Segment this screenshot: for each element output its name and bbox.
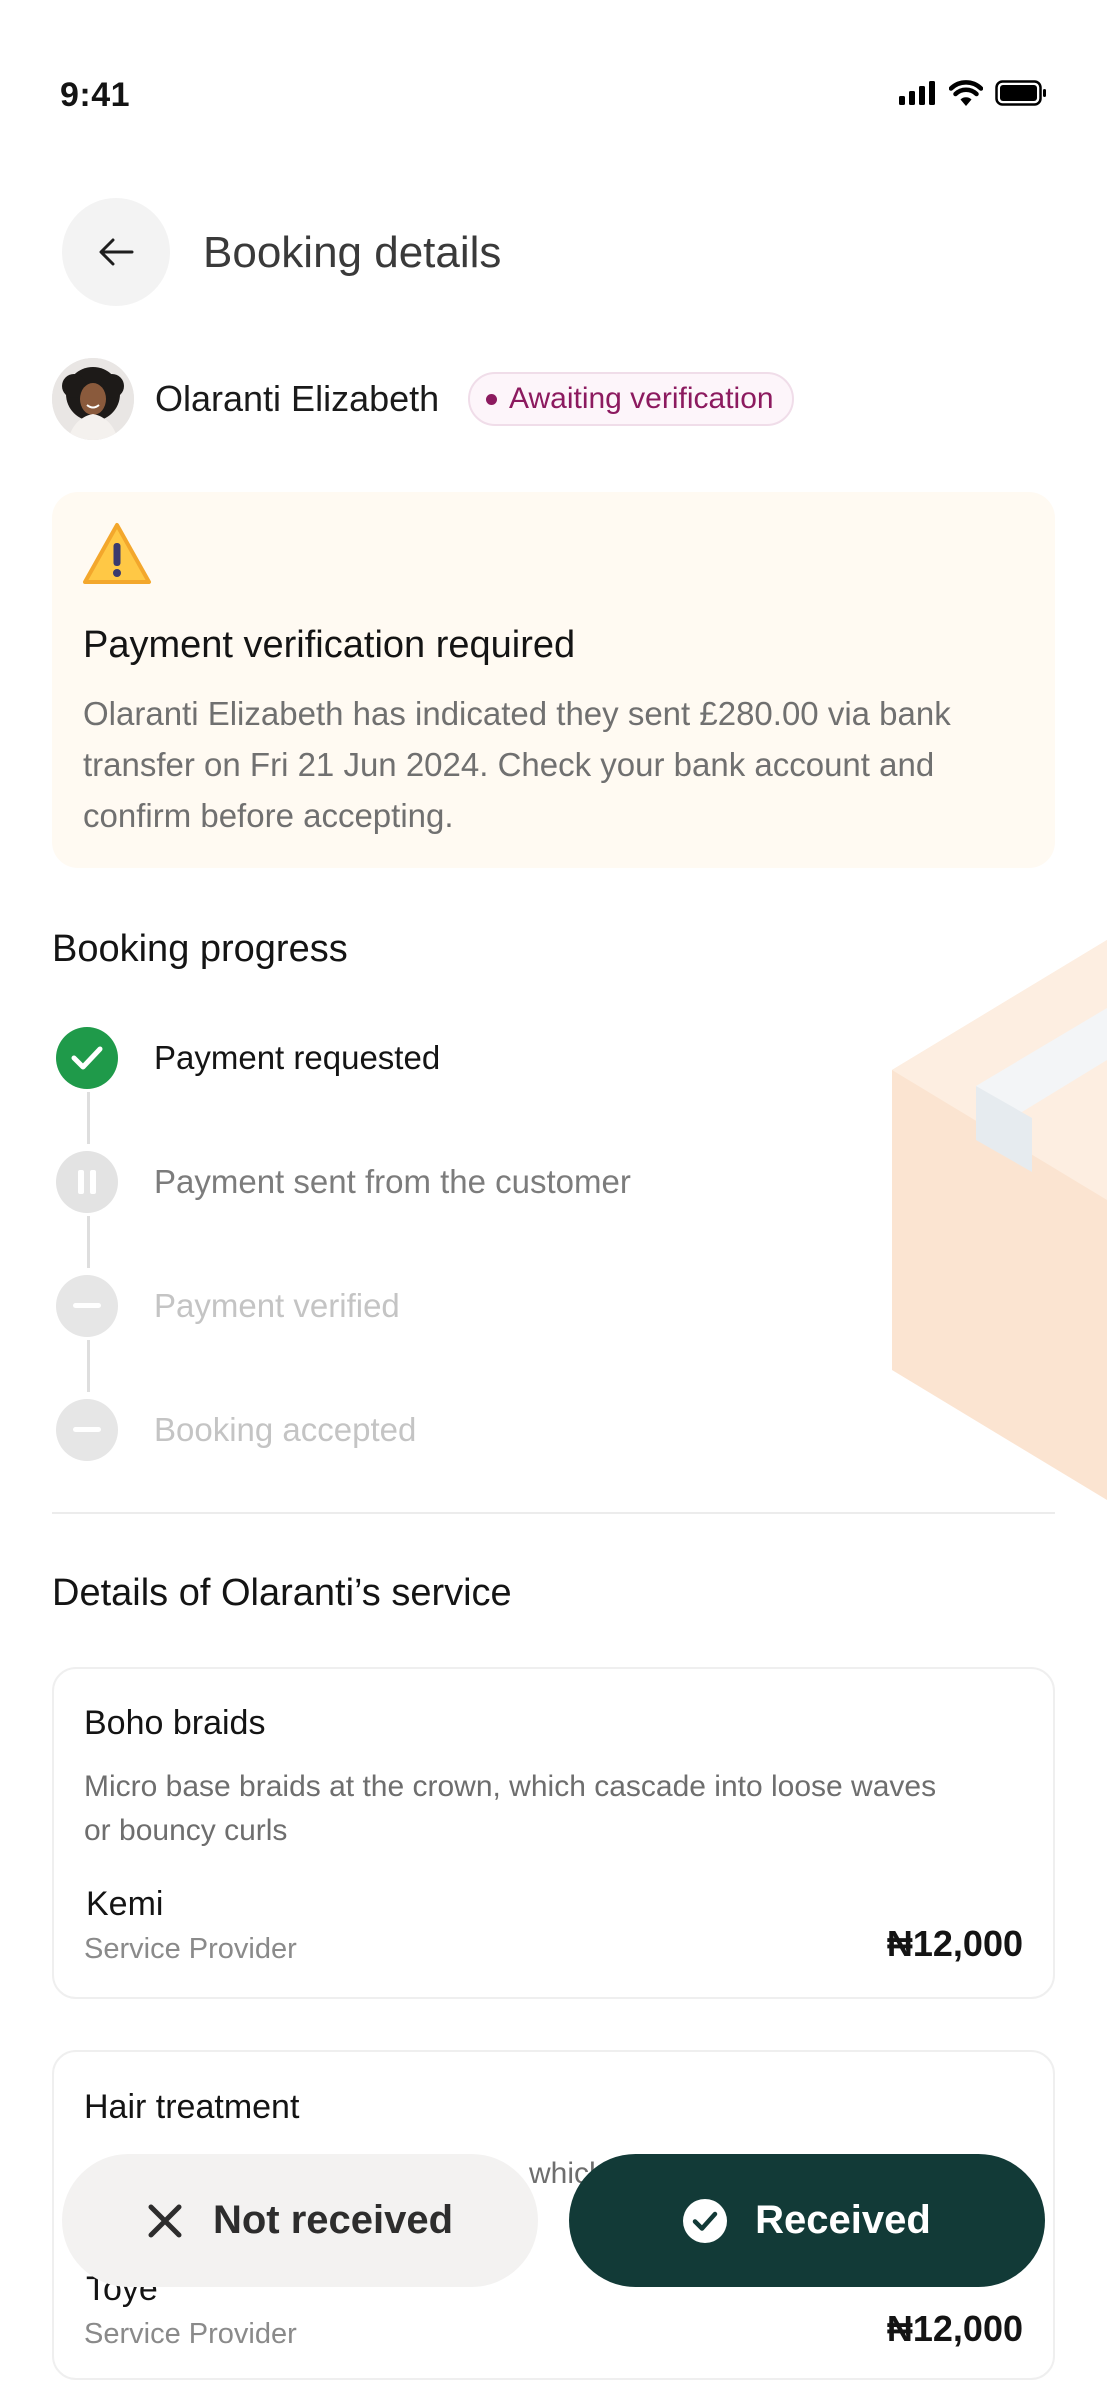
pause-icon	[56, 1151, 118, 1213]
services-title: Details of Olaranti’s service	[52, 1572, 512, 1614]
service-card[interactable]: Boho braids Micro base braids at the cro…	[52, 1667, 1055, 1999]
service-name: Hair treatment	[84, 2088, 300, 2126]
received-label: Received	[755, 2198, 931, 2242]
progress-step: Payment verified	[56, 1273, 400, 1339]
minus-icon	[56, 1275, 118, 1337]
not-received-button[interactable]: Not received	[62, 2154, 538, 2287]
received-button[interactable]: Received	[569, 2154, 1045, 2287]
step-connector	[87, 1340, 90, 1392]
status-badge: Awaiting verification	[468, 372, 794, 426]
box-illustration	[892, 940, 1107, 1500]
progress-step: Payment requested	[56, 1025, 440, 1091]
status-time: 9:41	[60, 76, 131, 114]
close-icon	[148, 2204, 182, 2237]
progress-step: Payment sent from the customer	[56, 1149, 631, 1215]
progress-title: Booking progress	[52, 928, 348, 970]
minus-icon	[56, 1399, 118, 1461]
step-label: Payment sent from the customer	[154, 1163, 631, 1200]
arrow-left-icon	[99, 238, 134, 266]
service-price: ₦12,000	[886, 1923, 1023, 1964]
avatar	[52, 358, 134, 440]
provider-name: Kemi	[86, 1885, 164, 1923]
wifi-icon	[949, 80, 983, 106]
provider-role: Service Provider	[84, 1933, 297, 1965]
divider	[52, 1512, 1055, 1514]
page-title: Booking details	[203, 228, 502, 277]
alert-message: Olaranti Elizabeth has indicated they se…	[83, 695, 951, 834]
alert-title: Payment verification required	[83, 624, 576, 666]
step-label: Payment requested	[154, 1039, 441, 1076]
check-circle-icon	[56, 1027, 118, 1089]
step-label: Payment verified	[154, 1287, 400, 1324]
provider-role: Service Provider	[84, 2318, 297, 2350]
status-icons	[899, 80, 1047, 106]
status-badge-label: Awaiting verification	[509, 382, 774, 415]
not-received-label: Not received	[212, 2198, 454, 2242]
service-name: Boho braids	[84, 1704, 266, 1742]
step-connector	[87, 1216, 90, 1268]
status-bar: 9:41	[0, 0, 1107, 140]
service-description: Micro base braids at the crown, which ca…	[84, 1770, 937, 1847]
battery-icon	[995, 80, 1046, 106]
step-label: Booking accepted	[154, 1411, 417, 1448]
service-price: ₦12,000	[886, 2308, 1023, 2349]
back-button[interactable]	[62, 198, 170, 306]
status-dot	[486, 393, 497, 405]
check-circle-icon	[683, 2198, 728, 2243]
progress-step: Booking accepted	[56, 1397, 416, 1463]
payment-verification-alert: Payment verification required Olaranti E…	[52, 492, 1055, 868]
warning-icon	[83, 523, 151, 584]
customer-name: Olaranti Elizabeth	[155, 378, 440, 419]
step-connector	[87, 1092, 90, 1144]
cellular-signal-icon	[899, 81, 935, 105]
